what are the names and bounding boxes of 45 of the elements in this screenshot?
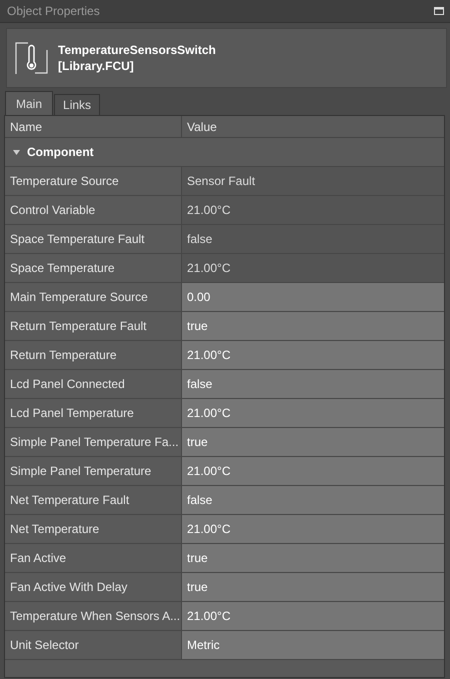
property-name: Temperature When Sensors A... [9, 608, 181, 625]
property-value[interactable]: 21.00°C [181, 196, 444, 224]
thermometer-icon [15, 42, 48, 74]
property-name: Temperature Source [9, 173, 120, 190]
property-name: Lcd Panel Temperature [9, 405, 135, 422]
property-value[interactable]: false [181, 225, 444, 253]
property-value[interactable]: true [181, 544, 444, 572]
property-name: Main Temperature Source [9, 289, 149, 306]
group-label: Component [27, 145, 94, 159]
property-value[interactable]: 21.00°C [181, 254, 444, 282]
property-value[interactable]: 21.00°C [181, 602, 444, 630]
column-header[interactable]: Value [181, 116, 444, 137]
property-name: Space Temperature Fault [9, 231, 146, 248]
tab[interactable]: Main [5, 91, 54, 115]
property-name: Return Temperature Fault [9, 318, 148, 335]
property-value[interactable]: true [181, 312, 444, 340]
property-value[interactable]: 0.00 [181, 283, 444, 311]
property-value[interactable]: false [181, 370, 444, 398]
panel-title: Object Properties [7, 4, 100, 18]
property-name: Net Temperature [9, 521, 100, 538]
property-value[interactable]: 21.00°C [181, 399, 444, 427]
property-value[interactable]: Sensor Fault [181, 167, 444, 195]
property-name: Net Temperature Fault [9, 492, 130, 509]
property-name: Lcd Panel Connected [9, 376, 126, 393]
property-name: Control Variable [9, 202, 96, 219]
object-name: TemperatureSensorsSwitch [58, 42, 216, 58]
property-value[interactable]: 21.00°C [181, 341, 444, 369]
object-library: [Library.FCU] [58, 58, 135, 74]
property-value[interactable]: true [181, 428, 444, 456]
property-name: Fan Active [9, 550, 68, 567]
property-value[interactable]: 21.00°C [181, 457, 444, 485]
property-value[interactable]: false [181, 486, 444, 514]
property-value[interactable]: true [181, 573, 444, 601]
tab[interactable]: Links [54, 94, 100, 115]
maximize-icon[interactable] [434, 7, 444, 15]
property-name: Unit Selector [9, 637, 80, 654]
column-header[interactable]: Name [5, 116, 181, 137]
property-value[interactable]: 21.00°C [181, 515, 444, 543]
caret-icon[interactable] [13, 150, 20, 154]
property-name: Fan Active With Delay [9, 579, 128, 596]
property-name: Simple Panel Temperature [9, 463, 152, 480]
property-name: Space Temperature [9, 260, 116, 277]
property-name: Simple Panel Temperature Fa... [9, 434, 180, 451]
property-value[interactable]: Metric [181, 631, 444, 659]
property-name: Return Temperature [9, 347, 118, 364]
